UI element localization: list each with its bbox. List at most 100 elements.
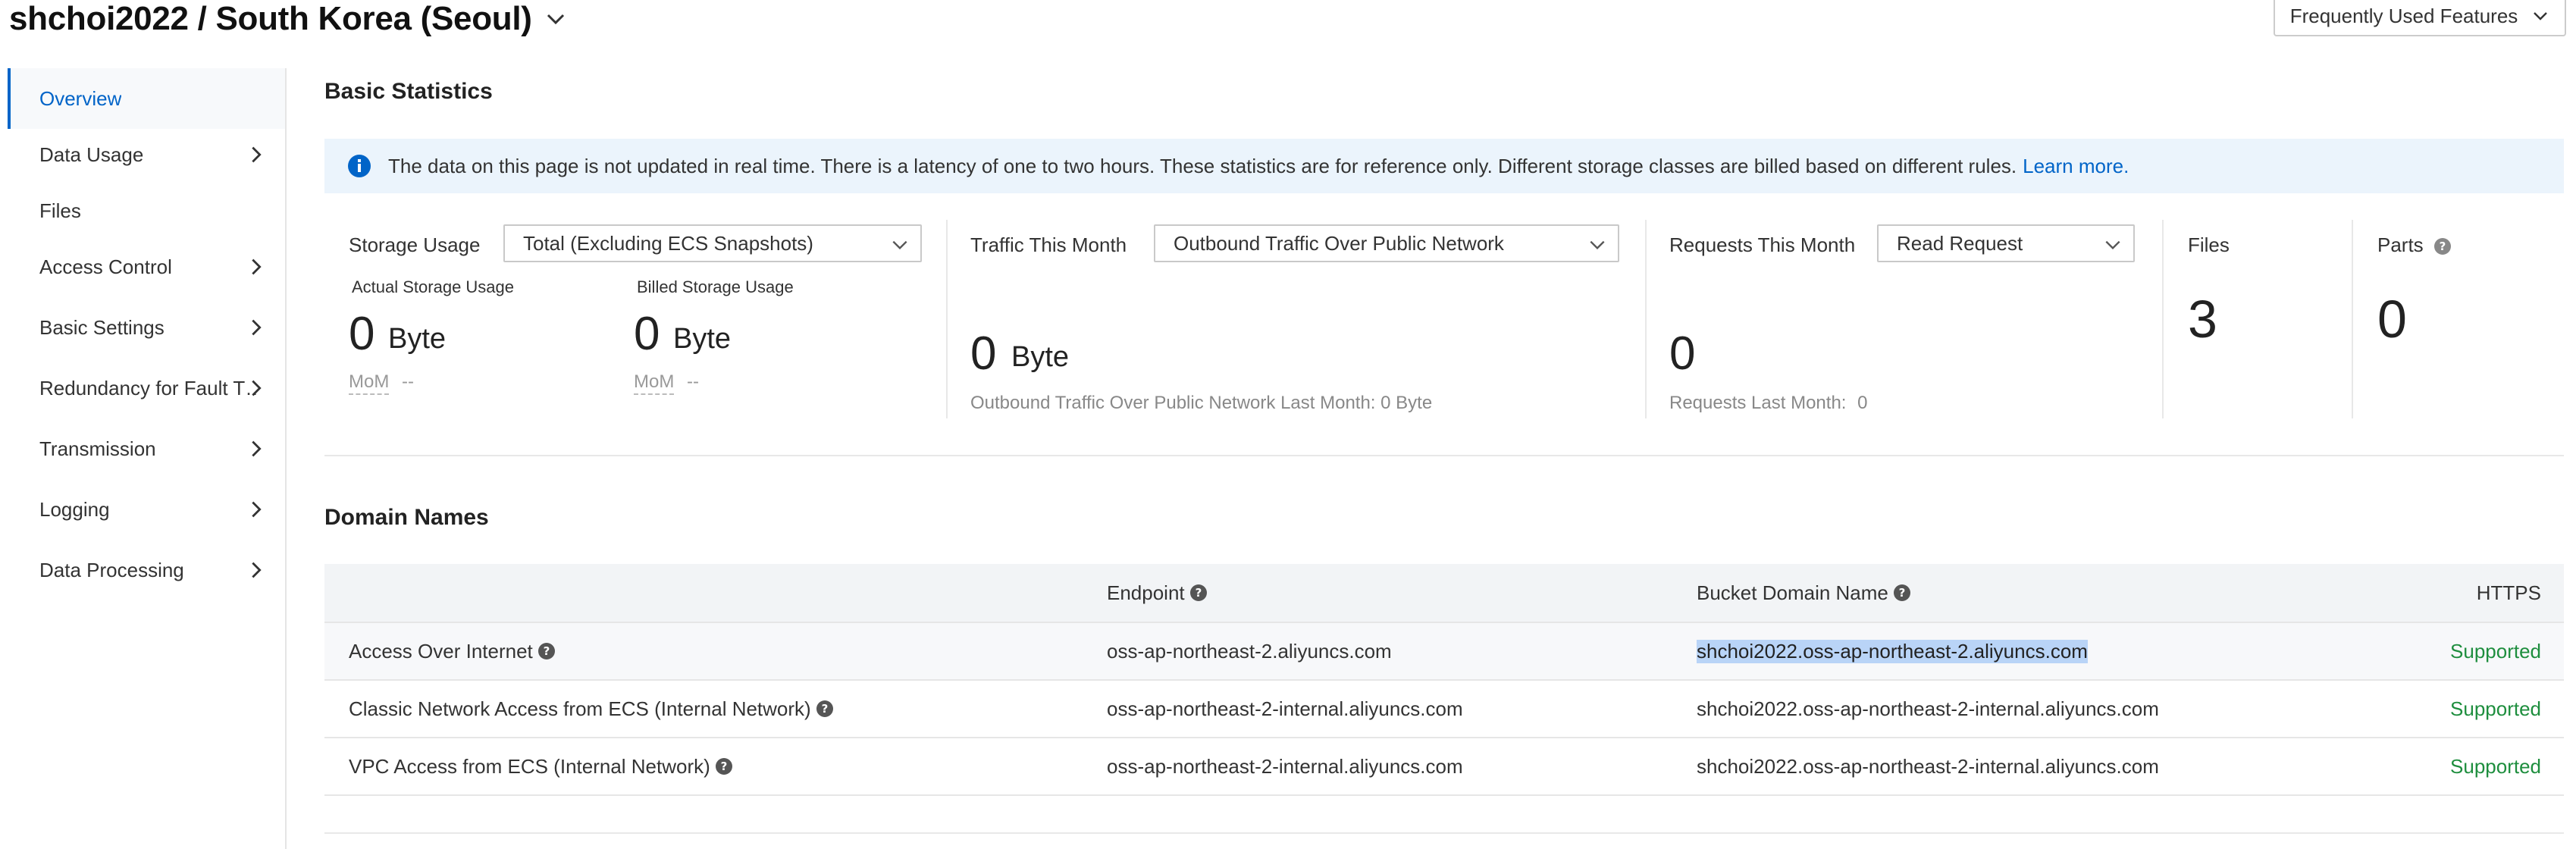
basic-statistics-title: Basic Statistics xyxy=(324,79,493,104)
svg-text:?: ? xyxy=(1899,586,1906,600)
requests-select-value: Read Request xyxy=(1897,231,2023,255)
traffic-last-month: Outbound Traffic Over Public Network Las… xyxy=(970,393,1433,413)
sidebar-item-basic-settings[interactable]: Basic Settings xyxy=(8,297,285,358)
table-row: Classic Network Access from ECS (Interna… xyxy=(324,681,2564,738)
traffic-label: Traffic This Month xyxy=(970,233,1127,256)
bucket-domain-cell: shchoi2022.oss-ap-northeast-2.aliyuncs.c… xyxy=(1697,623,2088,679)
requests-last-month-value: 0 xyxy=(1857,393,1868,413)
sidebar-item-label: Files xyxy=(39,199,81,222)
bucket-domain-cell: shchoi2022.oss-ap-northeast-2-internal.a… xyxy=(1697,754,2159,778)
access-type-label: VPC Access from ECS (Internal Network) xyxy=(349,754,710,778)
chevron-right-icon xyxy=(252,501,262,518)
parts-value: 0 xyxy=(2377,290,2407,349)
mom-value: -- xyxy=(687,371,699,392)
endpoint-cell: oss-ap-northeast-2-internal.aliyuncs.com xyxy=(1107,754,1463,778)
help-icon[interactable]: ? xyxy=(1189,584,1208,602)
requests-label: Requests This Month xyxy=(1669,233,1856,256)
help-icon[interactable]: ? xyxy=(537,642,556,660)
bucket-domain-text[interactable]: shchoi2022.oss-ap-northeast-2.aliyuncs.c… xyxy=(1697,639,2088,663)
frequently-used-features-label: Frequently Used Features xyxy=(2289,4,2518,27)
sidebar-item-label: Transmission xyxy=(39,437,156,460)
bucket-domain-header-label: Bucket Domain Name xyxy=(1697,581,1888,604)
sidebar-item-label: Overview xyxy=(39,86,122,110)
sidebar-item-label: Redundancy for Fault T… xyxy=(39,376,259,399)
sidebar-item-files[interactable]: Files xyxy=(8,180,285,241)
help-icon[interactable]: ? xyxy=(715,757,733,775)
table-header: Endpoint ? Bucket Domain Name ? HTTPS xyxy=(324,564,2564,623)
svg-text:?: ? xyxy=(543,644,550,658)
sidebar-item-label: Basic Settings xyxy=(39,315,165,339)
chevron-down-icon xyxy=(2534,12,2548,20)
chevron-right-icon xyxy=(252,440,262,457)
sidebar-item-data-usage[interactable]: Data Usage xyxy=(8,124,285,185)
bucket-region-selector[interactable]: shchoi2022 / South Korea (Seoul) xyxy=(9,0,567,38)
chevron-down-icon xyxy=(892,240,907,250)
chevron-right-icon xyxy=(252,380,262,396)
sidebar-item-label: Logging xyxy=(39,497,110,521)
page-title: shchoi2022 / South Korea (Seoul) xyxy=(9,0,532,37)
help-icon[interactable]: ? xyxy=(2433,237,2452,255)
traffic-value: 0 xyxy=(970,327,997,380)
parts-label: Parts xyxy=(2377,233,2424,256)
learn-more-link[interactable]: Learn more. xyxy=(2023,155,2129,178)
sidebar-item-redundancy[interactable]: Redundancy for Fault T… xyxy=(8,358,285,418)
requests-select[interactable]: Read Request xyxy=(1877,224,2135,262)
actual-storage-label: Actual Storage Usage xyxy=(352,277,515,296)
traffic-card: Traffic This Month Outbound Traffic Over… xyxy=(948,220,1645,418)
chevron-down-icon xyxy=(2105,240,2120,250)
domain-names-title: Domain Names xyxy=(324,505,489,530)
statistics-panel: Storage Usage Total (Excluding ECS Snaps… xyxy=(324,220,2564,418)
bucket-domain-cell: shchoi2022.oss-ap-northeast-2-internal.a… xyxy=(1697,697,2159,720)
svg-text:?: ? xyxy=(2440,240,2446,253)
traffic-select[interactable]: Outbound Traffic Over Public Network xyxy=(1154,224,1619,262)
svg-text:?: ? xyxy=(1195,586,1202,600)
access-type-label: Classic Network Access from ECS (Interna… xyxy=(349,697,811,720)
notice-text: The data on this page is not updated in … xyxy=(388,154,2017,177)
sidebar-item-label: Data Usage xyxy=(39,143,144,166)
chevron-right-icon xyxy=(252,258,262,275)
requests-value: 0 xyxy=(1669,327,1696,380)
table-row: Access Over Internet ? oss-ap-northeast-… xyxy=(324,623,2564,681)
sidebar-item-access-control[interactable]: Access Control xyxy=(8,237,285,297)
chevron-right-icon xyxy=(252,146,262,163)
endpoint-cell: oss-ap-northeast-2-internal.aliyuncs.com xyxy=(1107,697,1463,720)
chevron-down-icon[interactable] xyxy=(544,8,567,30)
sidebar-item-label: Data Processing xyxy=(39,558,184,581)
help-icon[interactable]: ? xyxy=(1893,584,1911,602)
files-value: 3 xyxy=(2188,290,2217,349)
access-type-cell: Classic Network Access from ECS (Interna… xyxy=(349,681,834,737)
files-card: Files 3 xyxy=(2164,220,2352,418)
traffic-unit: Byte xyxy=(1011,341,1070,373)
sidebar-item-overview[interactable]: Overview xyxy=(8,68,285,129)
billed-storage-label: Billed Storage Usage xyxy=(637,277,794,296)
info-notice: The data on this page is not updated in … xyxy=(324,139,2564,193)
actual-storage-value: 0 xyxy=(349,308,375,360)
sidebar-item-data-processing[interactable]: Data Processing xyxy=(8,540,285,600)
svg-text:?: ? xyxy=(720,760,727,773)
requests-card: Requests This Month Read Request 0 Reque… xyxy=(1647,220,2162,418)
endpoint-cell: oss-ap-northeast-2.aliyuncs.com xyxy=(1107,639,1392,663)
mom-label[interactable]: MoM xyxy=(349,371,390,395)
sidebar-item-logging[interactable]: Logging xyxy=(8,479,285,540)
access-type-label: Access Over Internet xyxy=(349,639,533,663)
endpoint-column-header: Endpoint ? xyxy=(1107,564,1208,622)
info-icon xyxy=(348,155,371,177)
access-type-cell: VPC Access from ECS (Internal Network) ? xyxy=(349,738,733,794)
sidebar: Overview Data Usage Files Access Control… xyxy=(8,68,287,849)
section-divider xyxy=(324,832,2564,834)
https-status: Supported xyxy=(2450,754,2541,778)
endpoint-header-label: Endpoint xyxy=(1107,581,1185,604)
svg-text:?: ? xyxy=(821,702,828,716)
mom-label[interactable]: MoM xyxy=(634,371,675,395)
billed-storage-mom: MoM -- xyxy=(634,371,699,395)
https-column-header: HTTPS xyxy=(2476,581,2541,604)
table-row: VPC Access from ECS (Internal Network) ?… xyxy=(324,738,2564,796)
frequently-used-features-button[interactable]: Frequently Used Features xyxy=(2274,0,2566,36)
actual-storage-unit: Byte xyxy=(388,323,447,355)
storage-usage-label: Storage Usage xyxy=(349,233,481,256)
https-status: Supported xyxy=(2450,697,2541,720)
storage-usage-select[interactable]: Total (Excluding ECS Snapshots) xyxy=(503,224,922,262)
sidebar-item-transmission[interactable]: Transmission xyxy=(8,418,285,479)
actual-storage-mom: MoM -- xyxy=(349,371,414,395)
help-icon[interactable]: ? xyxy=(816,700,834,718)
